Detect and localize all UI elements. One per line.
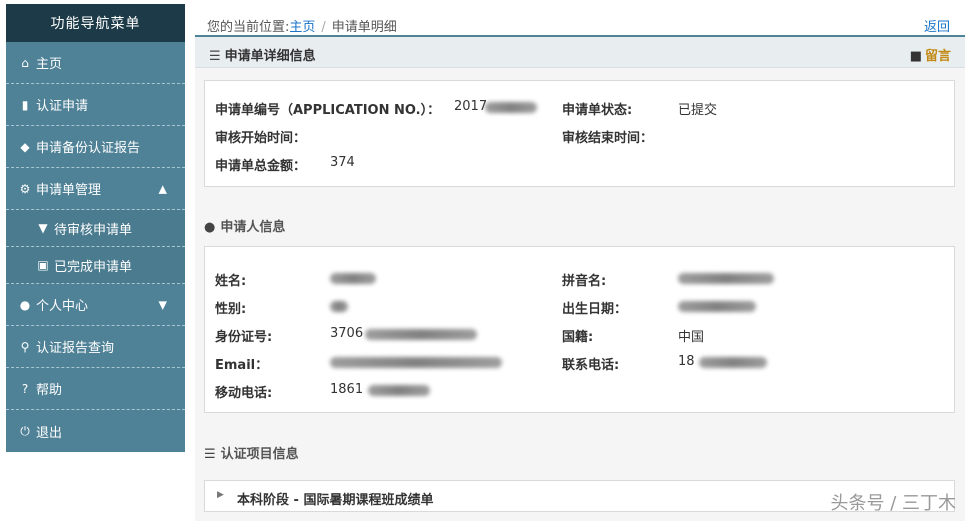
gear-icon: ⚙ [19,181,31,196]
sidebar-item-label: 帮助 [36,383,63,398]
redacted-birth-date [678,301,756,312]
chevron-down-icon: ▼ [158,298,167,311]
sidebar-item-label: 认证申请 [36,99,89,114]
redacted-phone [699,357,767,368]
project-item-label: 本科阶段 - 国际暑期课程班成绩单 [237,493,434,508]
birth-date-label: 出生日期： [562,302,628,317]
home-icon: ⌂ [21,55,29,70]
redacted-pinyin [678,273,774,284]
question-icon: ? [21,381,29,396]
redacted-gender [330,301,348,312]
panel-header: ☰ 申请单详细信息 ■ 留言 [195,37,965,68]
application-number-label: 申请单编号（APPLICATION NO.）： [215,103,441,118]
sidebar-nav: 功能导航菜单 ⌂ 主页 ▮ 认证申请 ◆ 申请备份认证报告 ⚙ 申请单管理 ▲ … [6,4,185,452]
search-icon: ⚲ [20,339,30,354]
sidebar-item-home[interactable]: ⌂ 主页 [6,42,185,84]
review-start-label: 审核开始时间： [215,131,307,146]
phone-label: 联系电话: [562,358,620,373]
list-icon: ☰ [204,447,216,462]
user-icon: ● [204,220,216,235]
message-label: 留言 [924,49,951,64]
redacted-email [330,357,502,368]
mobile-value: 1861 [330,382,364,397]
redacted-name [330,273,376,284]
top-bar: 您的当前位置:主页 / 申请单明细 返回 [195,8,953,36]
status-value: 已提交 [678,103,718,118]
total-amount-value: 374 [330,155,355,170]
pinyin-label: 拼音名: [562,274,607,289]
comment-icon: ■ [909,49,922,64]
applicant-info-box: 姓名: 拼音名: 性别: 出生日期： 身份证号: 3706 国籍: 中国 Ema… [204,246,955,413]
sidebar-item-profile[interactable]: ● 个人中心 ▼ [6,284,185,326]
caret-right-icon: ▶ [217,490,224,500]
redacted-id-number [365,329,477,340]
breadcrumb-current: 申请单明细 [331,20,397,35]
briefcase-icon: ▣ [37,258,49,272]
breadcrumb: 您的当前位置:主页 / 申请单明细 [207,16,397,35]
panel-title: ☰ 申请单详细信息 [209,45,316,64]
breadcrumb-prefix: 您的当前位置: [207,20,290,35]
applicant-section-title: ● 申请人信息 [204,216,285,235]
gender-label: 性别: [215,302,247,317]
redacted-application-number [485,102,537,113]
sidebar-item-logout[interactable]: ⏻ 退出 [6,410,185,452]
sidebar-item-label: 认证报告查询 [36,341,115,356]
nationality-label: 国籍: [562,330,594,345]
cart-icon: ▼ [38,221,48,235]
review-end-label: 审核结束时间： [562,131,654,146]
total-amount-label: 申请单总金额： [215,159,307,174]
sidebar-item-pending[interactable]: ▼ 待审核申请单 [6,210,185,247]
user-icon: ● [19,297,31,312]
application-number-value: 2017 [454,99,488,114]
phone-value: 18 [678,354,695,369]
sidebar-item-label: 个人中心 [36,299,89,314]
sidebar-item-label: 待审核申请单 [54,222,133,238]
breadcrumb-home-link[interactable]: 主页 [289,20,315,35]
sidebar-item-label: 申请备份认证报告 [36,141,141,156]
panel-title-text: 申请单详细信息 [224,49,316,64]
breadcrumb-separator: / [321,20,326,35]
project-section-title: ☰ 认证项目信息 [204,443,299,462]
sidebar-item-label: 已完成申请单 [54,259,133,275]
redacted-mobile [368,385,430,396]
back-link[interactable]: 返回 [924,16,950,35]
sidebar-item-help[interactable]: ? 帮助 [6,368,185,410]
nationality-value: 中国 [678,330,705,345]
sidebar-item-backup-report[interactable]: ◆ 申请备份认证报告 [6,126,185,168]
tag-icon: ◆ [20,139,30,154]
message-button[interactable]: ■ 留言 [910,45,951,64]
sidebar-item-label: 主页 [36,57,63,72]
sidebar-item-manage[interactable]: ⚙ 申请单管理 ▲ [6,168,185,210]
sidebar-title: 功能导航菜单 [6,4,185,42]
id-number-label: 身份证号: [215,330,273,345]
chevron-up-icon: ▲ [158,182,167,195]
sidebar-item-apply[interactable]: ▮ 认证申请 [6,84,185,126]
sidebar-item-report-query[interactable]: ⚲ 认证报告查询 [6,326,185,368]
project-section-text: 认证项目信息 [220,447,299,462]
sidebar-item-label: 退出 [36,425,63,441]
sidebar-item-label: 申请单管理 [36,183,102,198]
application-info-box: 申请单编号（APPLICATION NO.）： 2017 申请单状态: 已提交 … [204,80,955,187]
email-label: Email： [215,358,269,373]
watermark: 头条号 / 三丁木 [830,493,956,514]
applicant-section-text: 申请人信息 [220,220,286,235]
power-icon: ⏻ [20,423,30,438]
sidebar-item-completed[interactable]: ▣ 已完成申请单 [6,247,185,284]
mobile-label: 移动电话: [215,386,273,401]
name-label: 姓名: [215,274,247,289]
list-icon: ☰ [209,49,221,64]
file-icon: ▮ [21,97,29,112]
id-number-value: 3706 [330,326,364,341]
status-label: 申请单状态: [562,103,633,118]
